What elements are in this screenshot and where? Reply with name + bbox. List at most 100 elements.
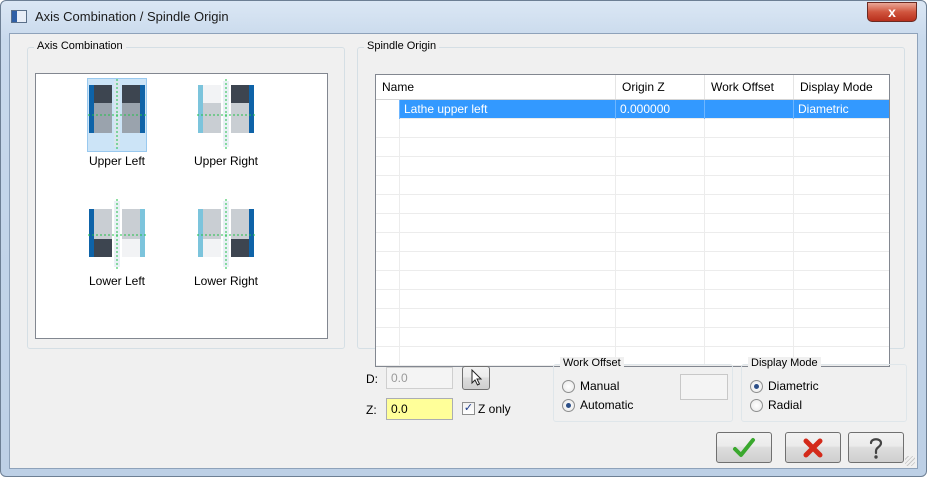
empty-table-row (376, 290, 889, 309)
empty-cell (376, 309, 400, 328)
empty-cell (376, 233, 400, 252)
axis-combination-title: Axis Combination (34, 40, 126, 52)
app-window-icon (11, 10, 27, 23)
empty-cell (376, 290, 400, 309)
empty-cell (794, 195, 889, 214)
empty-cell (376, 195, 400, 214)
empty-cell (794, 252, 889, 271)
empty-cell (794, 119, 889, 138)
axis-option-upper-right[interactable]: Upper Right (166, 74, 286, 184)
empty-cell (616, 271, 705, 290)
empty-cell (705, 195, 794, 214)
empty-cell (400, 233, 616, 252)
checkmark-icon (733, 438, 755, 457)
axis-option-label: Lower Right (193, 274, 259, 288)
empty-cell (616, 138, 705, 157)
empty-cell (616, 157, 705, 176)
empty-cell (400, 328, 616, 347)
empty-table-row (376, 176, 889, 195)
empty-cell (376, 328, 400, 347)
axis-option-lower-left[interactable]: Lower Left (57, 194, 177, 304)
empty-cell (616, 195, 705, 214)
radial-radio-label: Radial (768, 398, 803, 412)
pick-point-button[interactable] (462, 366, 490, 390)
automatic-radio[interactable] (562, 399, 575, 412)
column-header-work-offset[interactable]: Work Offset (705, 75, 794, 99)
empty-cell (400, 176, 616, 195)
help-button[interactable] (848, 432, 904, 463)
question-mark-icon (869, 438, 883, 459)
column-header-name[interactable]: Name (376, 75, 616, 99)
manual-radio-label: Manual (580, 379, 620, 393)
empty-cell (794, 176, 889, 195)
column-header-display-mode[interactable]: Display Mode (794, 75, 889, 99)
automatic-radio-label: Automatic (580, 398, 634, 412)
display-mode-group: Display Mode (741, 357, 907, 422)
spindle-origin-title: Spindle Origin (364, 40, 440, 52)
empty-table-row (376, 119, 889, 138)
empty-cell (794, 309, 889, 328)
z-only-checkbox[interactable]: ✓ (462, 402, 475, 415)
empty-cell (400, 271, 616, 290)
empty-cell (376, 157, 400, 176)
cell-display-mode[interactable]: Diametric (794, 100, 889, 119)
diametric-radio[interactable] (750, 380, 763, 393)
empty-cell (705, 233, 794, 252)
resize-grip[interactable] (905, 456, 915, 466)
red-x-icon (803, 438, 823, 458)
empty-cell (705, 271, 794, 290)
cell-origin-z[interactable]: 0.000000 (616, 100, 705, 119)
empty-cell (705, 214, 794, 233)
empty-table-row (376, 271, 889, 290)
table-row[interactable]: Lathe upper left 0.000000 Diametric (376, 100, 889, 119)
empty-cell (705, 290, 794, 309)
empty-cell (400, 309, 616, 328)
empty-cell (705, 119, 794, 138)
empty-cell (794, 233, 889, 252)
empty-cell (376, 214, 400, 233)
empty-cell (376, 347, 400, 366)
column-header-origin-z[interactable]: Origin Z (616, 75, 705, 99)
spindle-lower-left-icon (88, 199, 146, 271)
empty-table-row (376, 252, 889, 271)
empty-cell (794, 328, 889, 347)
close-button[interactable]: x (867, 2, 917, 22)
radial-radio[interactable] (750, 399, 763, 412)
empty-cell (400, 290, 616, 309)
empty-cell (376, 176, 400, 195)
axis-combination-list: Upper Left Upper Right Lower Left Lower … (35, 73, 328, 339)
empty-table-row (376, 328, 889, 347)
z-input[interactable]: 0.0 (386, 398, 453, 420)
cell-work-offset[interactable] (705, 100, 794, 119)
empty-cell (376, 138, 400, 157)
axis-option-label: Lower Left (88, 274, 146, 288)
empty-cell (705, 157, 794, 176)
empty-cell (400, 195, 616, 214)
empty-table-row (376, 309, 889, 328)
empty-cell (705, 138, 794, 157)
z-only-label: Z only (478, 402, 511, 416)
work-offset-input[interactable] (680, 374, 728, 400)
cancel-button[interactable] (785, 432, 841, 463)
title-bar[interactable]: Axis Combination / Spindle Origin x (1, 1, 926, 33)
cell-name[interactable]: Lathe upper left (400, 100, 616, 119)
window-title: Axis Combination / Spindle Origin (35, 9, 229, 24)
axis-option-upper-left[interactable]: Upper Left (57, 74, 177, 184)
empty-cell (616, 328, 705, 347)
axis-option-lower-right[interactable]: Lower Right (166, 194, 286, 304)
empty-cell (400, 138, 616, 157)
d-input[interactable]: 0.0 (386, 367, 453, 389)
empty-cell (616, 176, 705, 195)
empty-cell (400, 119, 616, 138)
grid-header: Name Origin Z Work Offset Display Mode (376, 75, 889, 100)
ok-button[interactable] (716, 432, 772, 463)
empty-cell (616, 252, 705, 271)
empty-cell (794, 271, 889, 290)
empty-cell (705, 252, 794, 271)
dialog-client-area: Axis Combination Upper Left Upper Right … (9, 33, 918, 469)
empty-cell (616, 119, 705, 138)
d-label: D: (366, 372, 378, 386)
spindle-origin-grid: Name Origin Z Work Offset Display Mode L… (375, 74, 890, 367)
empty-cell (376, 271, 400, 290)
manual-radio[interactable] (562, 380, 575, 393)
